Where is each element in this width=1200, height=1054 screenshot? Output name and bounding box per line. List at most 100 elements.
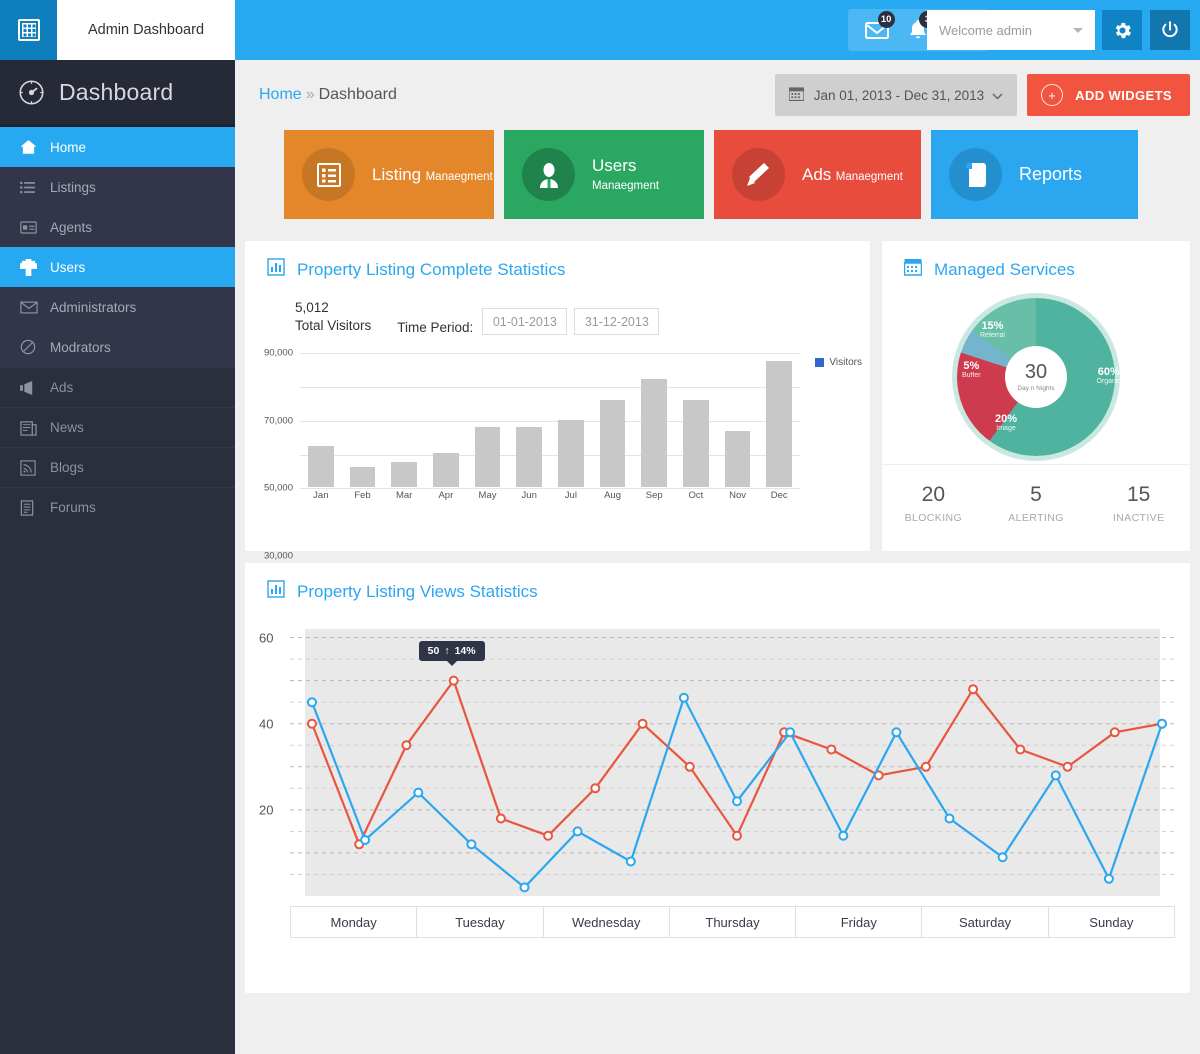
bar-column[interactable] bbox=[675, 353, 717, 487]
bar-column[interactable] bbox=[425, 353, 467, 487]
bullhorn-icon bbox=[732, 148, 785, 201]
bar-column[interactable] bbox=[550, 353, 592, 487]
bar-column[interactable] bbox=[633, 353, 675, 487]
donut-center-label: Day n Nights bbox=[1017, 385, 1054, 392]
bar-chart-icon bbox=[267, 580, 285, 603]
bar bbox=[516, 427, 542, 488]
sidebar-item-listings[interactable]: Listings bbox=[0, 167, 235, 207]
bar bbox=[350, 467, 376, 487]
legend-swatch bbox=[815, 358, 824, 367]
top-bar: Admin Dashboard 10 3 bbox=[0, 0, 1200, 60]
donut-label-image: 20% Image bbox=[995, 413, 1017, 434]
bar bbox=[433, 453, 459, 488]
slice-value: 20% bbox=[995, 413, 1017, 426]
visitors-panel-header: Property Listing Complete Statistics bbox=[245, 241, 870, 293]
tile-subtitle: Manaegment bbox=[836, 171, 903, 183]
tile-listing-management[interactable]: Listing Manaegment bbox=[284, 130, 494, 219]
data-point bbox=[544, 832, 552, 840]
user-menu[interactable]: Welcome admin bbox=[927, 10, 1095, 50]
y-axis-label: 60 bbox=[259, 630, 273, 645]
sidebar-item-modrators[interactable]: Modrators bbox=[0, 327, 235, 367]
user-menu-label: Welcome admin bbox=[939, 23, 1032, 38]
bar-column[interactable] bbox=[717, 353, 759, 487]
id-card-icon bbox=[20, 221, 50, 234]
logout-button[interactable] bbox=[1150, 10, 1190, 50]
views-panel: Property Listing Views Statistics 604020… bbox=[245, 563, 1190, 993]
breadcrumb-home-link[interactable]: Home bbox=[259, 86, 302, 103]
sidebar-item-label: Home bbox=[50, 140, 86, 155]
bar-column[interactable] bbox=[300, 353, 342, 487]
home-icon bbox=[20, 139, 50, 155]
sidebar-item-agents[interactable]: Agents bbox=[0, 207, 235, 247]
sidebar-item-home[interactable]: Home bbox=[0, 127, 235, 167]
listing-icon bbox=[302, 148, 355, 201]
sidebar-item-label: Blogs bbox=[50, 460, 84, 475]
date-range-picker[interactable]: Jan 01, 2013 - Dec 31, 2013 bbox=[775, 74, 1017, 116]
sidebar-item-blogs[interactable]: Blogs bbox=[0, 447, 235, 487]
tile-ads-management[interactable]: Ads Manaegment bbox=[714, 130, 921, 219]
sidebar-item-forums[interactable]: Forums bbox=[0, 487, 235, 527]
donut-label-organic: 60% Organic bbox=[1096, 366, 1121, 387]
x-axis-label: Mar bbox=[383, 490, 425, 501]
toolbar: Jan 01, 2013 - Dec 31, 2013 + ADD WIDGET… bbox=[775, 74, 1190, 116]
views-line-chart: 604020 50 ↑ 14% MondayTuesdayWednesdayTh… bbox=[245, 611, 1190, 941]
data-point bbox=[627, 858, 635, 866]
bar-column[interactable] bbox=[467, 353, 509, 487]
line-chart-svg bbox=[245, 611, 1190, 911]
breadcrumb: Home»Dashboard bbox=[259, 86, 397, 104]
sidebar: Dashboard Home Listings bbox=[0, 60, 235, 1054]
day-label: Saturday bbox=[922, 907, 1048, 937]
slice-value: 5% bbox=[962, 360, 981, 373]
donut-center-value: 30 bbox=[1025, 362, 1047, 382]
bar bbox=[600, 400, 626, 488]
stat-blocking: 20 BLOCKING bbox=[882, 483, 985, 524]
managed-services-header: Managed Services bbox=[882, 241, 1190, 293]
data-point bbox=[969, 685, 977, 693]
chevron-down-icon bbox=[1073, 28, 1083, 33]
data-point bbox=[839, 832, 847, 840]
add-widgets-label: ADD WIDGETS bbox=[1075, 88, 1172, 103]
date-to-input[interactable] bbox=[574, 308, 659, 335]
total-visitors-value: 5,012 bbox=[295, 299, 371, 317]
stat-alerting: 5 ALERTING bbox=[985, 483, 1088, 524]
data-point bbox=[361, 836, 369, 844]
stat-value: 20 bbox=[882, 483, 985, 507]
bar-column[interactable] bbox=[758, 353, 800, 487]
tile-text: Users Manaegment bbox=[592, 156, 704, 194]
sidebar-item-label: Ads bbox=[50, 380, 73, 395]
sidebar-item-ads[interactable]: Ads bbox=[0, 367, 235, 407]
bar-column[interactable] bbox=[508, 353, 550, 487]
bar-column[interactable] bbox=[383, 353, 425, 487]
bar-column[interactable] bbox=[342, 353, 384, 487]
data-point bbox=[467, 840, 475, 848]
add-widgets-button[interactable]: + ADD WIDGETS bbox=[1027, 74, 1190, 116]
x-axis-label: May bbox=[467, 490, 509, 501]
settings-button[interactable] bbox=[1102, 10, 1142, 50]
services-donut-chart: 30 Day n Nights 60% Organic 20% Image bbox=[882, 289, 1190, 464]
tile-users-management[interactable]: Users Manaegment bbox=[504, 130, 704, 219]
tooltip-arrow: ↑ bbox=[444, 645, 449, 657]
data-point bbox=[1052, 771, 1060, 779]
sidebar-header: Dashboard bbox=[0, 60, 235, 127]
document-list-icon bbox=[20, 500, 50, 516]
speedometer-icon bbox=[18, 79, 45, 106]
sidebar-item-label: Agents bbox=[50, 220, 92, 235]
tile-reports[interactable]: Reports bbox=[931, 130, 1138, 219]
data-point bbox=[1111, 728, 1119, 736]
sidebar-item-users[interactable]: Users bbox=[0, 247, 235, 287]
panel-title: Managed Services bbox=[934, 260, 1075, 280]
ban-icon bbox=[20, 339, 50, 355]
sidebar-item-administrators[interactable]: Administrators bbox=[0, 287, 235, 327]
tooltip-change: 14% bbox=[455, 645, 476, 657]
users-icon bbox=[20, 259, 50, 276]
y-axis-label: 30,000 bbox=[264, 550, 293, 561]
bar-column[interactable] bbox=[592, 353, 634, 487]
donut-center: 30 Day n Nights bbox=[1005, 346, 1067, 408]
data-point bbox=[946, 815, 954, 823]
data-point bbox=[450, 677, 458, 685]
app-logo[interactable] bbox=[0, 0, 57, 60]
sidebar-item-news[interactable]: News bbox=[0, 407, 235, 447]
sidebar-item-label: Administrators bbox=[50, 300, 136, 315]
mail-icon[interactable]: 10 bbox=[862, 17, 892, 43]
date-from-input[interactable] bbox=[482, 308, 567, 335]
